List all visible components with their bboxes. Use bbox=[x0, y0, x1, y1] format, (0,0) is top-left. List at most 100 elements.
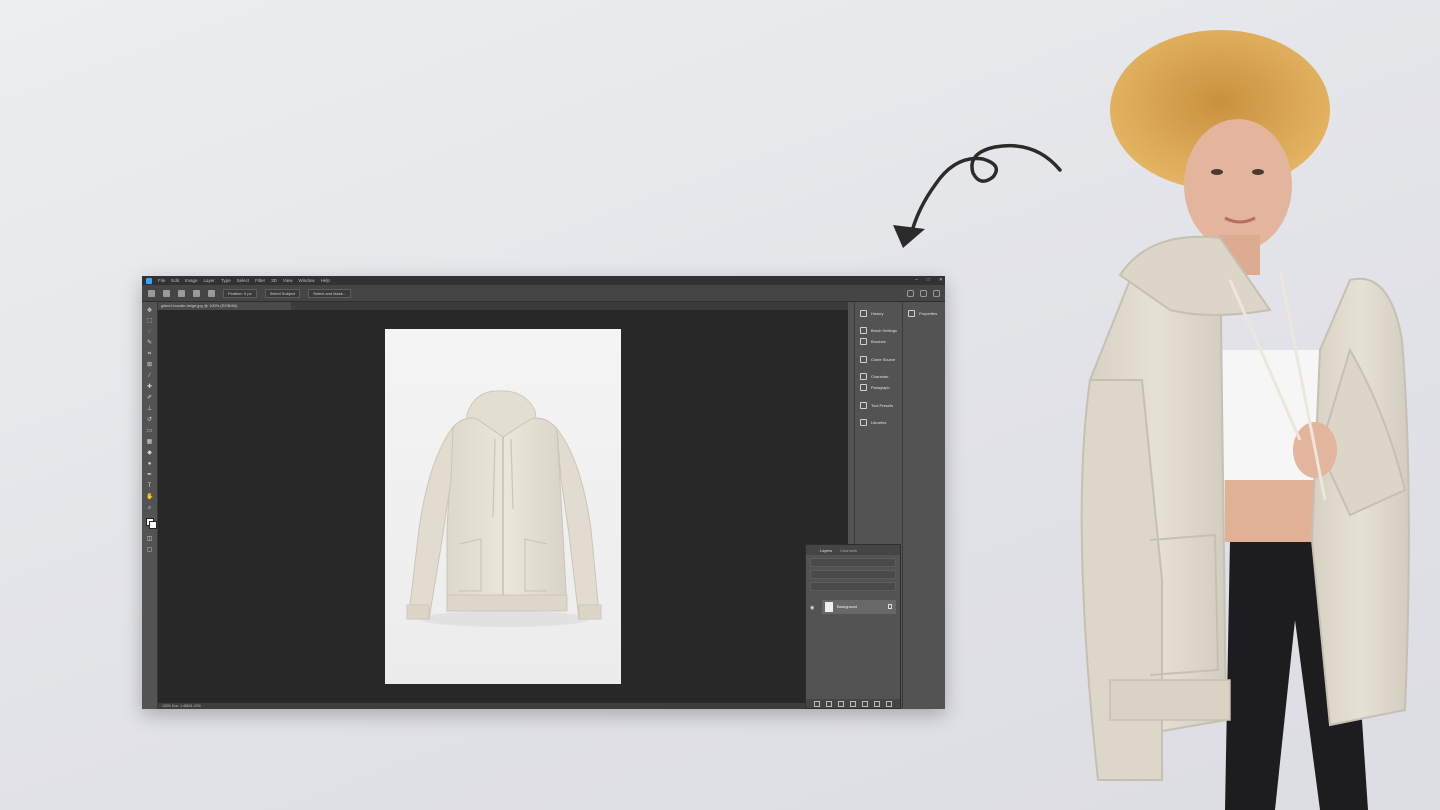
visibility-eye-icon[interactable]: ◉ bbox=[810, 605, 814, 611]
screen-mode-icon[interactable]: ▢ bbox=[146, 547, 153, 553]
panel-paragraph[interactable]: Paragraph bbox=[860, 384, 890, 391]
layer-row[interactable]: Background bbox=[822, 600, 896, 614]
panel-brush-settings[interactable]: Brush Settings bbox=[860, 327, 897, 334]
curly-arrow-icon bbox=[893, 143, 1062, 248]
close-button[interactable]: ✕ bbox=[939, 276, 943, 285]
layer-name: Background bbox=[837, 605, 858, 609]
brush-tool-icon[interactable]: ✐ bbox=[146, 395, 153, 401]
blur-tool-icon[interactable]: ◆ bbox=[146, 450, 153, 456]
canvas-area[interactable] bbox=[158, 310, 848, 703]
quick-mask-icon[interactable]: ◫ bbox=[146, 536, 153, 542]
panel-clone-source[interactable]: Clone Source bbox=[860, 356, 895, 363]
group-icon[interactable] bbox=[862, 700, 868, 707]
menu-file[interactable]: File bbox=[158, 276, 165, 285]
tab-channels[interactable]: Channels bbox=[840, 548, 857, 553]
subtract-selection-icon[interactable] bbox=[208, 289, 215, 297]
menu-view[interactable]: View bbox=[283, 276, 293, 285]
home-icon[interactable] bbox=[148, 289, 155, 297]
gradient-tool-icon[interactable]: ▦ bbox=[146, 439, 153, 445]
new-layer-icon[interactable] bbox=[874, 700, 880, 707]
adjustment-icon[interactable] bbox=[850, 700, 856, 707]
menu-select[interactable]: Select bbox=[237, 276, 250, 285]
panel-character[interactable]: Character bbox=[860, 373, 889, 380]
lock-row[interactable] bbox=[810, 582, 896, 591]
zoom-tool-icon[interactable]: ⌕ bbox=[146, 505, 153, 511]
pen-tool-icon[interactable]: ✒ bbox=[146, 472, 153, 478]
move-tool-icon[interactable]: ✥ bbox=[146, 308, 153, 314]
tab-layers[interactable]: Layers bbox=[820, 548, 832, 553]
healing-tool-icon[interactable]: ✚ bbox=[146, 384, 153, 390]
lasso-tool-icon[interactable]: ◌ bbox=[146, 329, 153, 335]
new-selection-icon[interactable] bbox=[178, 289, 185, 297]
menu-window[interactable]: Window bbox=[299, 276, 315, 285]
marquee-tool-icon[interactable]: ⬚ bbox=[146, 318, 153, 324]
tool-presets-icon bbox=[860, 402, 867, 409]
mask-icon[interactable] bbox=[838, 700, 844, 707]
crop-tool-icon[interactable]: ⌗ bbox=[146, 351, 153, 357]
layers-panel-tabs: Layers Channels bbox=[806, 545, 900, 555]
share-icon[interactable] bbox=[933, 290, 940, 297]
panel-libraries[interactable]: Libraries bbox=[860, 419, 886, 426]
layer-thumbnail bbox=[825, 602, 833, 612]
menu-layer[interactable]: Layer bbox=[204, 276, 215, 285]
panel-properties[interactable]: Properties bbox=[908, 310, 937, 317]
hand-tool-icon[interactable]: ✋ bbox=[146, 494, 153, 500]
properties-icon bbox=[908, 310, 915, 317]
menu-type[interactable]: Type bbox=[221, 276, 231, 285]
menu-bar: File Edit Image Layer Type Select Filter… bbox=[142, 276, 945, 285]
properties-strip: Properties bbox=[902, 302, 945, 709]
paragraph-icon bbox=[860, 384, 867, 391]
type-tool-icon[interactable]: T bbox=[146, 483, 153, 489]
feather-field[interactable]: Feather: 0 px bbox=[223, 288, 257, 298]
history-brush-tool-icon[interactable]: ↺ bbox=[146, 417, 153, 423]
menu-image[interactable]: Image bbox=[185, 276, 198, 285]
select-subject-button[interactable]: Select Subject bbox=[264, 288, 301, 298]
menu-filter[interactable]: Filter bbox=[255, 276, 265, 285]
menu-help[interactable]: Help bbox=[321, 276, 330, 285]
layers-footer bbox=[806, 699, 900, 708]
arrow-head bbox=[893, 225, 925, 248]
brushes-icon bbox=[860, 338, 867, 345]
panel-tool-presets[interactable]: Tool Presets bbox=[860, 402, 893, 409]
layer-filter-row[interactable] bbox=[810, 558, 896, 567]
stamp-tool-icon[interactable]: ⊥ bbox=[146, 406, 153, 412]
history-icon bbox=[860, 310, 867, 317]
photoshop-window: File Edit Image Layer Type Select Filter… bbox=[142, 276, 945, 709]
maximize-button[interactable]: □ bbox=[927, 276, 930, 285]
menu-edit[interactable]: Edit bbox=[171, 276, 179, 285]
blend-mode-row[interactable] bbox=[810, 570, 896, 579]
document-tab-bar: gilbert-hoodie-beige.jpg @ 100% (RGB/8#) bbox=[158, 302, 848, 310]
eraser-tool-icon[interactable]: ▭ bbox=[146, 428, 153, 434]
window-controls: – □ ✕ bbox=[915, 276, 943, 285]
quick-select-tool-icon[interactable]: ✎ bbox=[146, 340, 153, 346]
options-bar: Feather: 0 px Select Subject Select and … bbox=[142, 285, 945, 302]
document-canvas[interactable] bbox=[385, 329, 621, 684]
character-icon bbox=[860, 373, 867, 380]
minimize-button[interactable]: – bbox=[915, 276, 918, 285]
frame-tool-icon[interactable]: ⊠ bbox=[146, 362, 153, 368]
panel-history[interactable]: History bbox=[860, 310, 883, 317]
fx-icon[interactable] bbox=[826, 700, 832, 707]
search-icon[interactable] bbox=[907, 290, 914, 297]
lock-icon bbox=[888, 604, 892, 609]
link-icon[interactable] bbox=[814, 700, 820, 707]
panel-brushes[interactable]: Brushes bbox=[860, 338, 886, 345]
layers-panel: Layers Channels ◉ Background bbox=[805, 544, 901, 709]
hoodie-image bbox=[406, 390, 602, 627]
libraries-icon bbox=[860, 419, 867, 426]
menu-3d[interactable]: 3D bbox=[271, 276, 277, 285]
eyedropper-tool-icon[interactable]: ⁄ bbox=[146, 373, 153, 379]
workspace-icon[interactable] bbox=[920, 290, 927, 297]
options-right-icons bbox=[907, 290, 940, 297]
dodge-tool-icon[interactable]: ● bbox=[146, 461, 153, 467]
document-tab[interactable]: gilbert-hoodie-beige.jpg @ 100% (RGB/8#) bbox=[158, 302, 291, 310]
trash-icon[interactable] bbox=[886, 700, 892, 707]
clone-source-icon bbox=[860, 356, 867, 363]
background-color-swatch[interactable] bbox=[149, 521, 157, 529]
model-photo bbox=[1080, 30, 1410, 810]
add-selection-icon[interactable] bbox=[193, 289, 200, 297]
select-and-mask-button[interactable]: Select and Mask... bbox=[308, 288, 352, 298]
marquee-tool-icon[interactable] bbox=[163, 289, 170, 297]
brush-settings-icon bbox=[860, 327, 867, 334]
photoshop-logo-icon bbox=[146, 277, 152, 284]
